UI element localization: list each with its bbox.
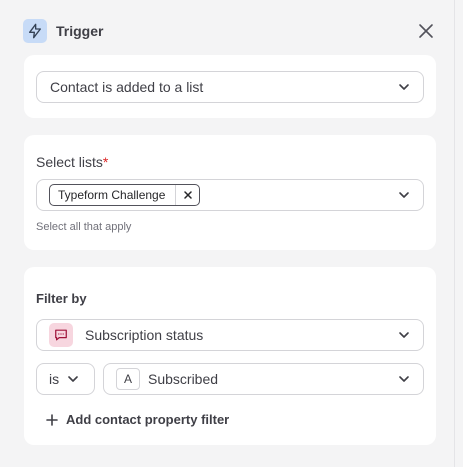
panel-title: Trigger bbox=[56, 23, 104, 39]
chat-bubble-icon bbox=[55, 329, 67, 341]
filter-operator-value: is bbox=[49, 371, 60, 387]
trigger-event-select[interactable]: Contact is added to a list bbox=[36, 71, 424, 103]
filter-operator-select[interactable]: is bbox=[36, 363, 95, 395]
chevron-down-icon bbox=[397, 188, 411, 202]
filter-property-select[interactable]: Subscription status bbox=[36, 319, 424, 351]
select-lists-label: Select lists* bbox=[36, 154, 108, 170]
filter-value-select[interactable]: A Subscribed bbox=[103, 363, 424, 395]
chevron-down-icon bbox=[397, 372, 411, 386]
text-type-icon: A bbox=[116, 368, 140, 390]
chevron-down-icon bbox=[66, 372, 80, 386]
trigger-event-value: Contact is added to a list bbox=[50, 79, 204, 95]
select-lists-card: Select lists* Typeform Challenge Select … bbox=[24, 135, 436, 250]
trigger-panel: Trigger Contact is added to a list Selec… bbox=[9, 0, 455, 467]
remove-chip-button[interactable] bbox=[175, 185, 199, 205]
close-button[interactable] bbox=[414, 19, 438, 43]
filter-card: Filter by Subscription status is A Subsc… bbox=[24, 267, 436, 445]
chevron-down-icon bbox=[397, 328, 411, 342]
close-icon bbox=[184, 191, 192, 199]
close-icon bbox=[419, 24, 433, 38]
trigger-badge bbox=[23, 19, 47, 43]
add-filter-label: Add contact property filter bbox=[66, 412, 230, 427]
select-lists-input[interactable]: Typeform Challenge bbox=[36, 179, 424, 211]
add-contact-property-filter-button[interactable]: Add contact property filter bbox=[46, 412, 229, 427]
list-chip: Typeform Challenge bbox=[49, 184, 201, 206]
filter-title: Filter by bbox=[36, 291, 87, 306]
filter-value-label: Subscribed bbox=[148, 371, 219, 387]
select-lists-label-text: Select lists bbox=[36, 154, 103, 170]
required-marker: * bbox=[102, 154, 109, 170]
property-badge bbox=[49, 323, 73, 347]
plus-icon bbox=[46, 413, 58, 426]
trigger-event-card: Contact is added to a list bbox=[24, 55, 436, 118]
lightning-icon bbox=[29, 23, 41, 39]
list-chip-label: Typeform Challenge bbox=[58, 188, 166, 202]
filter-property-label: Subscription status bbox=[85, 327, 204, 343]
select-lists-hint: Select all that apply bbox=[36, 221, 132, 233]
panel-header: Trigger bbox=[23, 17, 440, 45]
chevron-down-icon bbox=[397, 80, 411, 94]
